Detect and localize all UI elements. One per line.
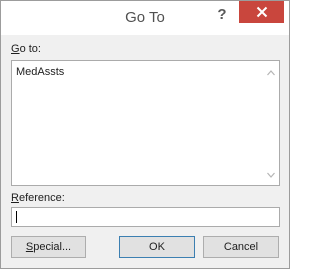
ok-button[interactable]: OK [119,236,195,258]
reference-label: Reference: [11,192,65,204]
reference-label-text: eference: [18,192,65,204]
go-to-dialog: Go To ? Go to: MedAssts Reference: Speci… [0,0,290,269]
listbox-scrollbar[interactable] [263,61,279,185]
help-button[interactable]: ? [213,4,231,26]
reference-label-accel: R [11,192,19,204]
special-button[interactable]: Special... [11,236,86,258]
go-to-label-accel: G [11,43,20,55]
go-to-label: Go to: [11,43,41,55]
go-to-label-text: o to: [19,43,41,55]
close-icon [256,6,267,18]
list-item[interactable]: MedAssts [16,66,64,78]
scroll-up-arrow-icon[interactable] [263,65,279,81]
title-bar[interactable]: Go To ? [1,1,289,35]
close-button[interactable] [239,1,284,23]
text-caret [16,211,17,223]
go-to-listbox[interactable]: MedAssts [11,60,280,186]
special-button-accel: S [25,241,34,253]
scroll-down-arrow-icon[interactable] [263,167,279,183]
special-button-label: pecial... [33,241,72,253]
reference-input[interactable] [11,207,280,227]
cancel-button[interactable]: Cancel [203,236,279,258]
